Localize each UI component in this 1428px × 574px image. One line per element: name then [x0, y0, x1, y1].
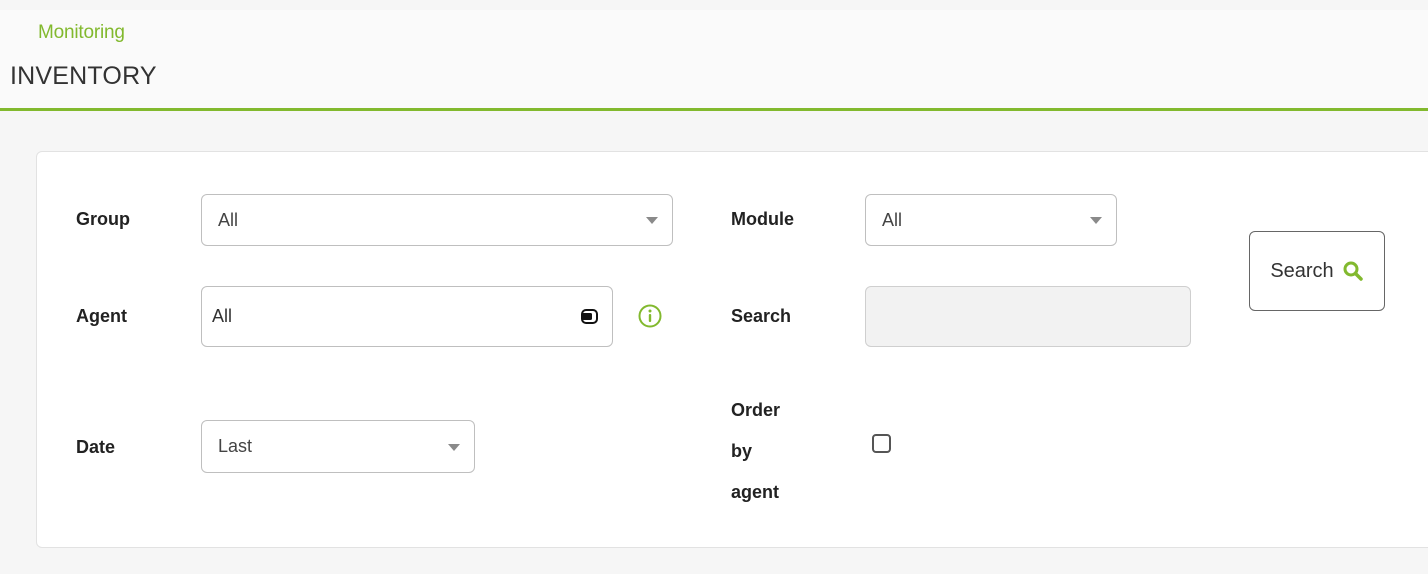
group-select-value: All [218, 209, 239, 230]
module-select-value: All [882, 209, 903, 230]
order-by-agent-label: Order by agent [731, 390, 780, 513]
agent-input[interactable]: All [201, 286, 613, 347]
agent-input-value: All [212, 306, 233, 326]
order-by-agent-checkbox[interactable] [872, 434, 891, 453]
page-header: Monitoring INVENTORY [0, 10, 1428, 111]
agent-label: Agent [76, 306, 127, 326]
order-by-agent-label-line: agent [731, 482, 780, 502]
order-by-agent-label-line: by [731, 441, 753, 461]
date-select-value: Last [218, 436, 253, 456]
chevron-down-icon [646, 217, 658, 224]
search-button[interactable]: Search [1249, 231, 1385, 311]
search-icon [1343, 261, 1363, 281]
order-by-agent-label-line: Order [731, 400, 781, 420]
chevron-down-icon [448, 443, 460, 451]
info-icon[interactable] [637, 303, 663, 329]
chevron-down-icon [1090, 217, 1102, 224]
agent-icon [581, 308, 598, 324]
date-select[interactable]: Last [201, 420, 475, 473]
group-select[interactable]: All [201, 194, 673, 246]
date-label: Date [76, 437, 116, 457]
breadcrumb-monitoring[interactable]: Monitoring [38, 22, 125, 44]
search-button-label: Search [1270, 259, 1334, 282]
search-label: Search [731, 306, 792, 326]
module-label: Module [731, 209, 794, 229]
module-select[interactable]: All [865, 194, 1117, 246]
page-title: INVENTORY [10, 62, 157, 90]
group-label: Group [76, 209, 130, 229]
search-input[interactable] [865, 286, 1191, 347]
